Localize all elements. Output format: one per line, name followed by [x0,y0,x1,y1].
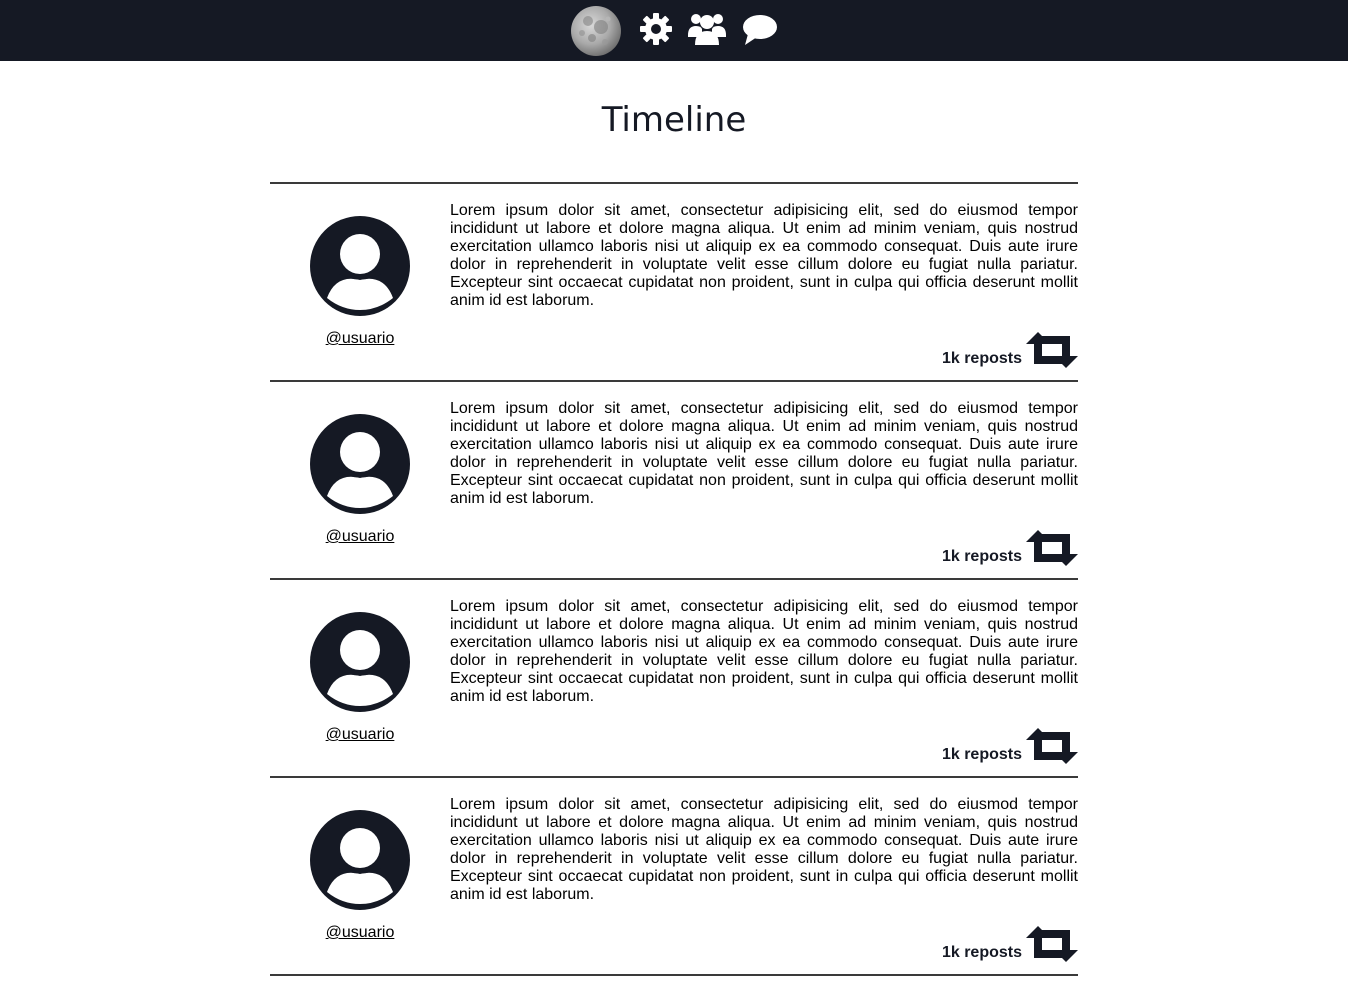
repost-icon[interactable] [1026,728,1078,764]
username-link[interactable]: @usuario [270,330,450,348]
repost-icon[interactable] [1026,332,1078,368]
post-text: Lorem ipsum dolor sit amet, consectetur … [450,598,1078,705]
gear-icon[interactable] [640,13,672,45]
user-avatar-icon[interactable] [310,414,410,514]
users-icon[interactable] [688,11,726,47]
user-avatar-icon[interactable] [310,216,410,316]
timeline-post: @usuario Lorem ipsum dolor sit amet, con… [270,380,1078,578]
chat-bubble-icon[interactable] [742,14,778,46]
repost-count: 1k reposts [941,548,1022,565]
repost-icon[interactable] [1026,530,1078,566]
user-avatar-icon[interactable] [310,810,410,910]
post-text: Lorem ipsum dolor sit amet, consectetur … [450,400,1078,507]
timeline-post: @usuario Lorem ipsum dolor sit amet, con… [270,578,1078,776]
repost-icon[interactable] [1026,926,1078,962]
user-avatar-icon[interactable] [310,612,410,712]
moon-logo-icon[interactable] [570,5,622,57]
page-title: Timeline [601,100,747,140]
username-link[interactable]: @usuario [270,726,450,744]
username-link[interactable]: @usuario [270,924,450,942]
post-text: Lorem ipsum dolor sit amet, consectetur … [450,796,1078,903]
timeline-post: @usuario Lorem ipsum dolor sit amet, con… [270,182,1078,380]
repost-count: 1k reposts [941,350,1022,367]
top-nav-bar [0,0,1348,61]
repost-count: 1k reposts [941,746,1022,763]
username-link[interactable]: @usuario [270,528,450,546]
timeline-feed: @usuario Lorem ipsum dolor sit amet, con… [270,182,1078,976]
repost-count: 1k reposts [941,944,1022,961]
post-text: Lorem ipsum dolor sit amet, consectetur … [450,202,1078,309]
timeline-post: @usuario Lorem ipsum dolor sit amet, con… [270,776,1078,976]
